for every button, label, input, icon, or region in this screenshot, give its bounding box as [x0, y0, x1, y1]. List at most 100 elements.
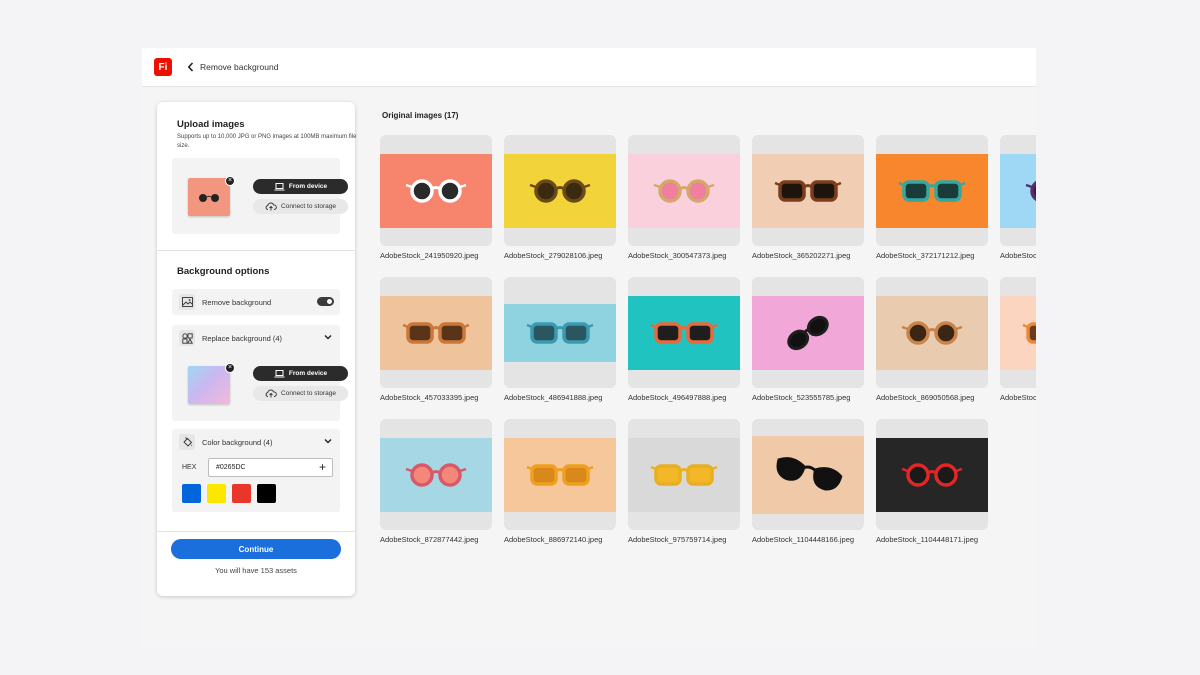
remove-background-row[interactable]: Remove background [172, 289, 340, 315]
image-card [380, 277, 492, 388]
image-card [628, 135, 740, 246]
image-card [380, 135, 492, 246]
sunglasses-photo [752, 295, 864, 370]
replace-connect-storage-label: Connect to storage [281, 390, 336, 397]
image-tile[interactable]: AdobeStock_406391023.jpeg [1000, 135, 1036, 260]
continue-button[interactable]: Continue [171, 539, 341, 559]
image-tile[interactable]: AdobeStock_457033395.jpeg [380, 277, 492, 402]
image-filename: AdobeStock_241950920.jpeg [380, 251, 479, 260]
image-filename: AdobeStock_523555785.jpeg [752, 393, 851, 402]
upload-dropzone[interactable]: × From device Connect to storage [172, 158, 348, 234]
color-swatch-red[interactable] [232, 484, 251, 503]
replace-connect-storage-button[interactable]: Connect to storage [253, 386, 348, 401]
image-filename: AdobeStock_372171212.jpeg [876, 251, 975, 260]
add-color-plus-icon[interactable]: + [319, 460, 326, 474]
image-tile[interactable]: AdobeStock_279028106.jpeg [504, 135, 616, 260]
image-card [504, 135, 616, 246]
image-filename: AdobeStock_870214451.jpeg [1000, 393, 1036, 402]
replace-from-device-button[interactable]: From device [253, 366, 348, 381]
remove-background-label: Remove background [202, 297, 272, 307]
image-tile[interactable]: AdobeStock_1104448166.jpeg [752, 419, 864, 544]
image-card [504, 419, 616, 530]
image-tile[interactable]: AdobeStock_975759714.jpeg [628, 419, 740, 544]
image-card [628, 419, 740, 530]
image-filename: AdobeStock_457033395.jpeg [380, 393, 479, 402]
image-tile[interactable]: AdobeStock_872877442.jpeg [380, 419, 492, 544]
image-tile[interactable]: AdobeStock_365202271.jpeg [752, 135, 864, 260]
image-tile[interactable]: AdobeStock_241950920.jpeg [380, 135, 492, 260]
replace-background-label: Replace background (4) [202, 333, 283, 343]
color-swatch-black[interactable] [257, 484, 276, 503]
image-filename: AdobeStock_300547373.jpeg [628, 251, 727, 260]
image-filename: AdobeStock_886972140.jpeg [504, 535, 603, 544]
image-tile[interactable]: AdobeStock_496497888.jpeg [628, 277, 740, 402]
sunglasses-photo [504, 303, 616, 362]
color-background-row[interactable]: Color background (4) [172, 429, 340, 455]
remove-background-image-close-icon[interactable]: × [225, 363, 235, 373]
connect-storage-label: Connect to storage [281, 203, 336, 210]
image-remove-icon [179, 294, 195, 310]
replacement-background-thumbnail [188, 366, 230, 404]
image-card [1000, 277, 1036, 388]
back-chevron-icon[interactable] [185, 61, 195, 73]
color-background-option: Color background (4) HEX + [172, 429, 340, 512]
image-filename: AdobeStock_872877442.jpeg [380, 535, 479, 544]
section-divider [157, 531, 355, 532]
image-tile[interactable]: AdobeStock_1104448171.jpeg [876, 419, 988, 544]
paint-bucket-icon [179, 434, 195, 450]
original-images-title: Original images (17) [382, 111, 459, 120]
laptop-icon [274, 182, 285, 190]
sunglasses-photo [1000, 153, 1036, 228]
sunglasses-photo [628, 437, 740, 512]
cloud-upload-icon [265, 389, 277, 398]
image-filename: AdobeStock_869050568.jpeg [876, 393, 975, 402]
color-swatch-blue[interactable] [182, 484, 201, 503]
app-window: Fi Remove background Upload images Suppo… [142, 48, 1036, 648]
uploaded-image-thumbnail [188, 178, 230, 216]
replace-background-option: Replace background (4) × From device Con… [172, 325, 348, 421]
image-tile[interactable]: AdobeStock_870214451.jpeg [1000, 277, 1036, 402]
chevron-down-icon[interactable] [324, 334, 332, 340]
assets-count-note: You will have 153 assets [215, 566, 297, 575]
image-filename: AdobeStock_975759714.jpeg [628, 535, 727, 544]
image-filename: AdobeStock_486941888.jpeg [504, 393, 603, 402]
image-card [1000, 135, 1036, 246]
image-grid: AdobeStock_241950920.jpeg AdobeStock_279… [380, 135, 1036, 555]
connect-storage-button[interactable]: Connect to storage [253, 199, 348, 214]
remove-background-option: Remove background [172, 289, 340, 315]
image-card [380, 419, 492, 530]
image-tile[interactable]: AdobeStock_869050568.jpeg [876, 277, 988, 402]
image-card [752, 277, 864, 388]
upload-from-device-button[interactable]: From device [253, 179, 348, 194]
image-tile[interactable]: AdobeStock_886972140.jpeg [504, 419, 616, 544]
image-filename: AdobeStock_1104448166.jpeg [752, 535, 855, 544]
background-options-title: Background options [177, 266, 270, 277]
chevron-down-icon[interactable] [324, 438, 332, 444]
sunglasses-photo [380, 437, 492, 512]
hex-color-input[interactable] [208, 458, 333, 477]
remove-background-toggle[interactable] [317, 297, 334, 306]
remove-image-close-icon[interactable]: × [225, 176, 235, 186]
image-tile[interactable]: AdobeStock_523555785.jpeg [752, 277, 864, 402]
section-divider [157, 250, 355, 251]
laptop-icon [274, 369, 285, 377]
image-card [504, 277, 616, 388]
image-filename: AdobeStock_279028106.jpeg [504, 251, 603, 260]
image-card [752, 419, 864, 530]
options-panel: Upload images Supports up to 10,000 JPG … [157, 102, 356, 596]
replace-background-row[interactable]: Replace background (4) [172, 325, 340, 351]
image-card [876, 419, 988, 530]
image-card [752, 135, 864, 246]
sunglasses-photo [752, 153, 864, 228]
sunglasses-photo [504, 153, 616, 228]
image-tile[interactable]: AdobeStock_300547373.jpeg [628, 135, 740, 260]
image-tile[interactable]: AdobeStock_372171212.jpeg [876, 135, 988, 260]
color-swatch-yellow[interactable] [207, 484, 226, 503]
sunglasses-photo [628, 295, 740, 370]
sunglasses-photo [876, 295, 988, 370]
sunglasses-photo [504, 437, 616, 512]
sunglasses-photo [876, 153, 988, 228]
image-tile[interactable]: AdobeStock_486941888.jpeg [504, 277, 616, 402]
image-card [876, 277, 988, 388]
header-bar: Fi Remove background [142, 48, 1036, 87]
